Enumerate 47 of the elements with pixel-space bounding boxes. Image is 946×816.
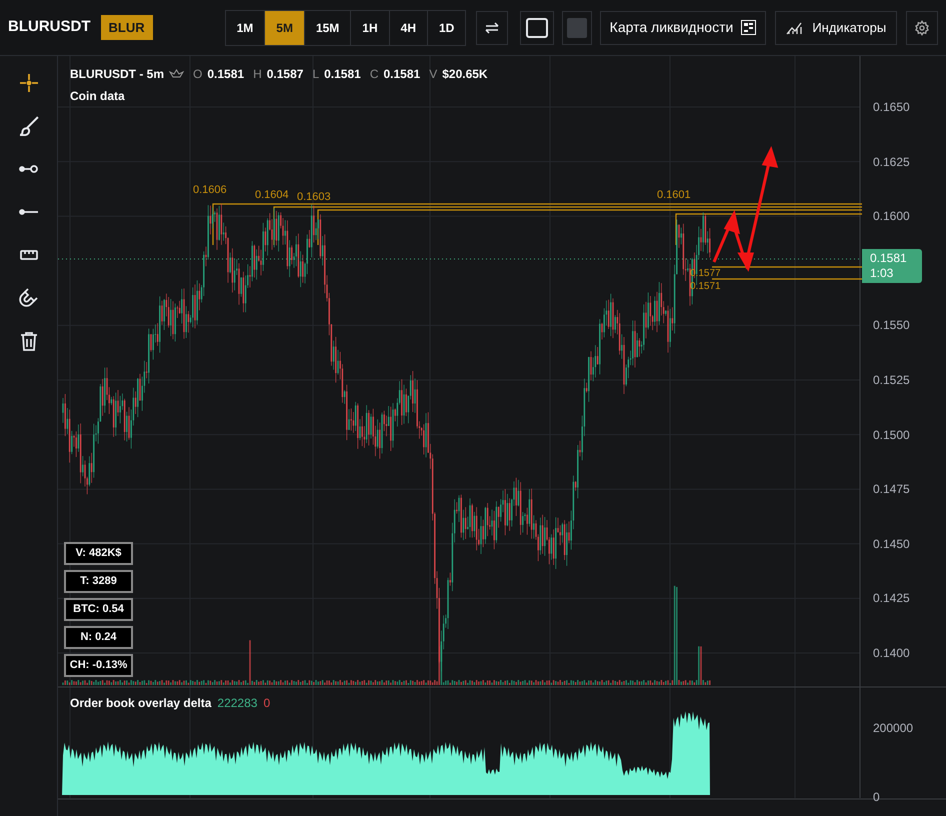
ohlc-label: C <box>370 66 378 83</box>
ohlc-label: V <box>429 66 438 83</box>
stat-box: T: 3289 <box>64 570 133 593</box>
liquidity-map-button[interactable]: Карта ликвидности <box>600 10 766 44</box>
ohlc-value: $20.65K <box>442 66 488 83</box>
ohlc-label: H <box>253 66 262 83</box>
indicator-name: Order book overlay delta <box>70 695 212 712</box>
price-axis-label: 0.1650 <box>873 101 910 113</box>
stat-box: BTC: 0.54 <box>64 598 133 621</box>
timeframe-tab[interactable]: 4H <box>388 10 427 44</box>
ohlc-value: 0.1581 <box>324 66 361 83</box>
level-label: 0.1606 <box>193 185 227 196</box>
timeframe-tab[interactable]: 15M <box>304 10 350 44</box>
price-axis-label: 0.1475 <box>873 483 910 496</box>
ohlc-label: O <box>193 66 202 83</box>
indicator-axis-label: 200000 <box>873 722 914 734</box>
coin-data-label: Coin data <box>70 88 125 105</box>
indicator-axis-label: 0 <box>873 791 880 803</box>
ohlc-value: 0.1581 <box>384 66 420 83</box>
timeframe-tab[interactable]: 1H <box>350 10 389 44</box>
timeframe-tab[interactable]: 1D <box>426 10 466 44</box>
stat-box: N: 0.24 <box>64 626 133 649</box>
chart-symbol-title: BLURUSDT - 5m <box>70 66 164 83</box>
timeframe-tab[interactable]: 1M <box>226 10 264 44</box>
ohlc-value: 0.1581 <box>207 66 244 83</box>
symbol-title: BLURUSDT <box>8 17 90 38</box>
stat-box: CH: -0.13% <box>64 654 133 677</box>
indicator-value: 222283 <box>217 695 258 712</box>
price-axis-label: 0.1600 <box>873 210 910 222</box>
price-axis-label: 0.1425 <box>873 592 910 604</box>
price-axis-label: 0.1500 <box>873 428 910 441</box>
indicators-button[interactable]: Индикаторы <box>775 10 898 44</box>
level-label: 0.1604 <box>255 190 289 201</box>
price-axis-label: 0.1525 <box>873 374 910 386</box>
price-axis-label: 0.1450 <box>873 538 910 550</box>
coin-badge: BLUR <box>100 14 153 40</box>
price-axis-label: 0.1625 <box>873 156 910 168</box>
price-axis-label: 0.1400 <box>873 647 910 659</box>
indicator-value: 0 <box>263 695 270 712</box>
price-axis-label: 0.1550 <box>873 319 910 332</box>
timeframe-tab[interactable]: 5M <box>264 10 304 44</box>
ohlc-value: 0.1587 <box>266 66 304 83</box>
ohlc-label: L <box>312 66 320 83</box>
stat-box: V: 482K$ <box>64 542 133 565</box>
last-price-tag: 0.1581 1:03 <box>862 249 922 283</box>
level-label: 0.1603 <box>297 192 331 203</box>
level-label: 0.1601 <box>657 190 691 201</box>
